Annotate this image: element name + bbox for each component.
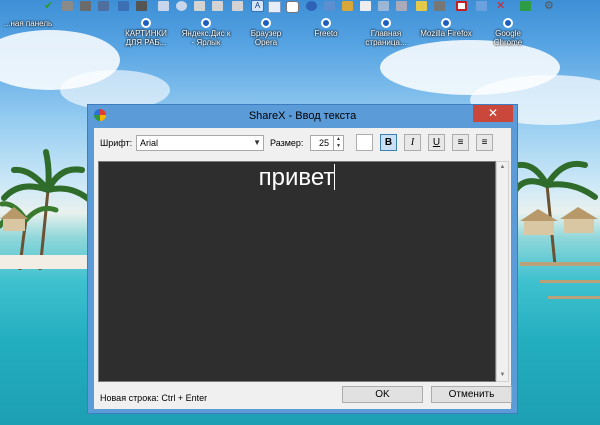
desktop-icon-freeto[interactable]: Freeto — [300, 18, 352, 50]
beach-sand — [0, 255, 90, 269]
text-input-content: привет — [99, 164, 495, 192]
font-select-value: Arial — [140, 138, 159, 148]
text-color-button[interactable] — [356, 134, 373, 151]
opera-icon — [261, 18, 271, 28]
font-label: Шрифт: — [100, 138, 133, 148]
desktop-icon-chrome[interactable]: Google Chrome — [482, 18, 534, 50]
align-center-button[interactable]: ≡ — [452, 134, 469, 151]
paste-icon[interactable] — [98, 1, 109, 11]
font-select[interactable]: Arial ▼ — [136, 135, 264, 151]
delete-icon[interactable]: ✕ — [496, 1, 507, 12]
desktop-icon-control-panel[interactable]: ...ная панель — [2, 18, 54, 50]
arrow-tool-icon[interactable] — [212, 1, 223, 11]
top-toolbar: ✔ A ✕ ⚙ — [0, 0, 600, 14]
desktop-icon-label: Google Chrome — [493, 29, 523, 47]
freehand-tool-icon[interactable] — [232, 1, 243, 11]
folder-icon — [141, 18, 151, 28]
cursor-tool-icon[interactable] — [360, 1, 371, 11]
pier — [520, 262, 600, 266]
text-bg-tool-icon[interactable] — [268, 1, 281, 13]
desktop-icon-yandex-disk[interactable]: Яндекс.Дис к - Ярлык — [180, 18, 232, 50]
desktop-icon-firefox[interactable]: Mozilla Firefox — [420, 18, 472, 50]
text-input-dialog: ShareX - Ввод текста ✕ Шрифт: Arial ▼ Ра… — [87, 104, 518, 414]
cancel-button[interactable]: Отменить — [431, 386, 512, 403]
pier — [548, 296, 600, 299]
firefox-icon — [441, 18, 451, 28]
sticker-tool-icon[interactable] — [342, 1, 353, 11]
chrome-icon — [503, 18, 513, 28]
speech-bubble-tool-icon[interactable] — [286, 1, 299, 13]
bold-button[interactable]: B — [380, 134, 397, 151]
save-icon[interactable] — [118, 1, 129, 11]
undo-icon[interactable] — [520, 1, 531, 11]
pixelate-tool-icon[interactable] — [396, 1, 407, 11]
desktop-icon-label: Браузер Opera — [250, 29, 282, 47]
trash-icon[interactable] — [62, 1, 73, 11]
close-button[interactable]: ✕ — [473, 105, 513, 122]
scroll-up-icon[interactable]: ▲ — [497, 162, 508, 173]
pier — [540, 280, 600, 283]
chevron-down-icon: ▼ — [253, 138, 261, 147]
beach-huts-right — [520, 207, 598, 235]
newline-hint: Новая строка: Ctrl + Enter — [100, 393, 208, 403]
step-tool-icon[interactable] — [306, 1, 317, 11]
scroll-down-icon[interactable]: ▼ — [497, 370, 508, 381]
desktop-icon-label: Freeto — [314, 29, 338, 38]
blur-tool-icon[interactable] — [378, 1, 389, 11]
size-stepper[interactable]: 25 ▲ ▼ — [310, 135, 344, 151]
line-tool-icon[interactable] — [194, 1, 205, 11]
highlight-tool-icon[interactable] — [416, 1, 427, 11]
gear-icon[interactable]: ⚙ — [544, 1, 555, 12]
desktop-icon-label: Яндекс.Дис к - Ярлык — [181, 29, 231, 47]
dialog-title: ShareX - Ввод текста — [248, 110, 357, 122]
check-icon[interactable]: ✔ — [44, 1, 55, 12]
fill-color-icon[interactable] — [476, 1, 487, 11]
dialog-body: Шрифт: Arial ▼ Размер: 25 ▲ ▼ B I U ≡ ≡ п… — [94, 128, 512, 409]
desktop-icon-homepage[interactable]: Главная страница... — [360, 18, 412, 50]
crop-tool-icon[interactable] — [434, 1, 445, 11]
desktop-icon-label: КАРТИНКИ ДЛЯ РАБ... — [125, 29, 167, 47]
print-icon[interactable] — [136, 1, 147, 11]
underline-button[interactable]: U — [428, 134, 445, 151]
italic-button[interactable]: I — [404, 134, 421, 151]
copy-icon[interactable] — [80, 1, 91, 11]
desktop-icon-label: Главная страница... — [365, 29, 407, 47]
rectangle-tool-icon[interactable] — [158, 1, 169, 11]
ellipse-tool-icon[interactable] — [176, 1, 187, 11]
size-label: Размер: — [270, 138, 304, 148]
freeto-icon — [321, 18, 331, 28]
spin-arrows-icon[interactable]: ▲ ▼ — [333, 136, 343, 150]
beach-hut-left — [0, 207, 28, 231]
desktop-icon-label: Mozilla Firefox — [420, 29, 472, 38]
align-right-button[interactable]: ≡ — [476, 134, 493, 151]
dialog-titlebar[interactable]: ShareX - Ввод текста ✕ — [88, 105, 517, 127]
text-caret — [334, 164, 336, 190]
size-value: 25 — [319, 138, 330, 148]
text-tool-icon[interactable]: A — [251, 0, 264, 12]
yandex-disk-icon — [201, 18, 211, 28]
border-color-icon[interactable] — [456, 1, 467, 11]
desktop-icon-label: ...ная панель — [3, 19, 53, 28]
image-tool-icon[interactable] — [324, 1, 335, 11]
ok-button[interactable]: OK — [342, 386, 423, 403]
browser-icon — [381, 18, 391, 28]
entered-text: привет — [258, 164, 335, 191]
text-input-area[interactable]: привет — [98, 161, 496, 382]
vertical-scrollbar[interactable]: ▲ ▼ — [496, 161, 509, 382]
desktop-icon-pictures[interactable]: КАРТИНКИ ДЛЯ РАБ... — [120, 18, 172, 50]
desktop-icon-opera[interactable]: Браузер Opera — [240, 18, 292, 50]
